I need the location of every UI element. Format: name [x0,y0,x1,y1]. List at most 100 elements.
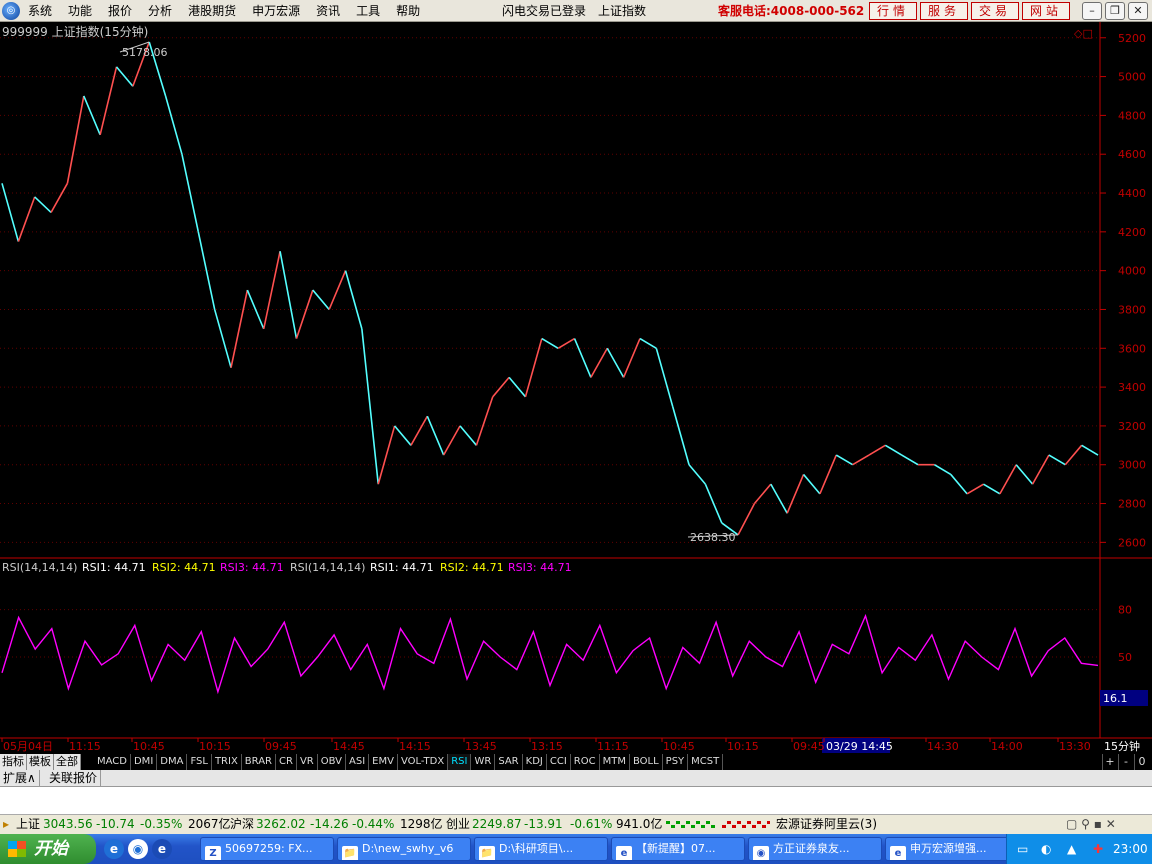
indicator-tab-wr[interactable]: WR [471,754,496,770]
menu-quote[interactable]: 报价 [100,0,140,22]
chart-area[interactable]: 2600 2800 3000 3200 3400 3600 3800 4000 4200 4400… [0,22,1152,756]
zoom-out-button[interactable]: - [1118,754,1133,770]
price-tick-label: 2800 [1118,498,1146,511]
ie-quick-icon-2[interactable]: e [152,839,172,859]
indicator-tab-emv[interactable]: EMV [369,754,398,770]
indicator-tab-mcst[interactable]: MCST [688,754,724,770]
minimize-icon[interactable]: – [1082,2,1102,20]
price-tick-label: 4200 [1118,226,1146,239]
taskbar-item[interactable]: 📁 D:\new_swhy_v6 [337,837,471,861]
indicator-tab-brar[interactable]: BRAR [242,754,276,770]
indicator-tab-rsi[interactable]: RSI [448,754,472,770]
expand-bar: 扩展∧ 关联报价 [0,770,1152,787]
time-tick-label: 13:30 [1059,740,1091,753]
taskbar-item-label: 【新提醒】07... [636,842,716,855]
sh-index-label[interactable]: 上证 [16,815,40,834]
breadth-up-mark [711,825,715,828]
hs-index-pct: -0.44% [352,817,395,831]
breadth-down-mark [722,825,726,828]
linked-quote-button[interactable]: 关联报价 [46,770,102,786]
indicator-tab-kdj[interactable]: KDJ [523,754,547,770]
tab-template[interactable]: 模板 [27,754,54,770]
hs-index-change: -14.26 [310,817,349,831]
menu-function[interactable]: 功能 [60,0,100,22]
hs-index-value: 3262.02 [256,817,306,831]
menu-news[interactable]: 资讯 [308,0,348,22]
menu-hk-futures[interactable]: 港股期货 [180,0,244,22]
breadth-up-mark [696,821,700,824]
indicator-tab-asi[interactable]: ASI [346,754,370,770]
start-button[interactable]: 开始 [0,834,96,864]
indicator-tab-cci[interactable]: CCI [547,754,571,770]
expand-button[interactable]: 扩展∧ [0,770,40,786]
indicator-tab-fsl[interactable]: FSL [187,754,212,770]
taskbar-item[interactable]: ◉ 方正证券泉友... [748,837,882,861]
indicator-tab-mtm[interactable]: MTM [600,754,630,770]
time-tick-label: 05月04日 [3,740,53,753]
indicator-tab-obv[interactable]: OBV [318,754,346,770]
taskbar-item[interactable]: Z 50697259: FX... [200,837,334,861]
clock[interactable]: 23:00 [1113,842,1148,856]
breadth-down-mark [742,825,746,828]
menu-swhy[interactable]: 申万宏源 [244,0,308,22]
indicator-tab-dma[interactable]: DMA [157,754,188,770]
menu-bar: ◎ 系统 功能 报价 分析 港股期货 申万宏源 资讯 工具 帮助 闪电交易已登录… [0,0,1152,22]
quote-button[interactable]: 行情 [869,2,917,20]
taskbar-item[interactable]: e 申万宏源增强... [885,837,1019,861]
menu-system[interactable]: 系统 [20,0,60,22]
login-status: 闪电交易已登录 [502,4,587,18]
tab-indicator[interactable]: 指标 [0,754,27,770]
indicator-tab-boll[interactable]: BOLL [630,754,663,770]
server-name[interactable]: 宏源证券阿里云(3) [776,815,877,834]
indicator-tab-vr[interactable]: VR [297,754,318,770]
time-tick-label: 14:30 [927,740,959,753]
menu-analysis[interactable]: 分析 [140,0,180,22]
trade-button[interactable]: 交易 [971,2,1019,20]
indicator-tab-trix[interactable]: TRIX [212,754,242,770]
tray-volume-icon[interactable]: ◐ [1041,842,1051,856]
tray-alert-icon[interactable]: ✚ [1093,842,1103,856]
tab-all[interactable]: 全部 [54,754,81,770]
breadth-up-mark [671,825,675,828]
cy-index-label[interactable]: 创业 [446,815,470,834]
service-button[interactable]: 服务 [920,2,968,20]
indicator-tab-vol-tdx[interactable]: VOL-TDX [398,754,449,770]
website-button[interactable]: 网站 [1022,2,1070,20]
price-tick-label: 4000 [1118,265,1146,278]
tray-shield-icon[interactable]: ▲ [1067,842,1076,856]
sh-index-change: -10.74 [96,817,135,831]
menu-help[interactable]: 帮助 [388,0,428,22]
app-logo-icon[interactable]: ◎ [2,2,20,20]
restore-icon[interactable]: ❐ [1105,2,1125,20]
time-tick-label: 10:15 [199,740,231,753]
hs-index-label[interactable]: 沪深 [230,815,254,834]
chart-corner-icon[interactable]: ◇□ [1074,27,1093,40]
price-tick-label: 3400 [1118,381,1146,394]
zoom-in-button[interactable]: + [1102,754,1117,770]
zoom-reset-button[interactable]: 0 [1134,754,1149,770]
taskbar-item[interactable]: e 【新提醒】07... [611,837,745,861]
indicator-tab-cr[interactable]: CR [276,754,297,770]
price-tick-label: 5000 [1118,71,1146,84]
indicator-tab-macd[interactable]: MACD [94,754,131,770]
taskbar-item[interactable]: 📁 D:\科研项目\... [474,837,608,861]
start-label: 开始 [34,839,68,859]
menu-tools[interactable]: 工具 [348,0,388,22]
indicator-tab-dmi[interactable]: DMI [131,754,158,770]
tray-network-icon[interactable]: ▭ [1017,842,1028,856]
rsi2-value-repeat: RSI2: 44.71 [440,561,504,574]
ie-quick-icon[interactable]: e [104,839,124,859]
indicator-tab-roc[interactable]: ROC [571,754,600,770]
rsi2-value: RSI2: 44.71 [152,561,216,574]
indicator-tab-psy[interactable]: PSY [663,754,689,770]
taskbar-item-label: 方正证券泉友... [773,842,850,855]
tray-status-icons[interactable]: ▢ ⚲ ▪ ✕ [1066,815,1116,834]
cy-index-value: 2249.87 [472,817,522,831]
close-icon[interactable]: ✕ [1128,2,1148,20]
high-annotation: 5178.06 [122,46,168,59]
period-label[interactable]: 15分钟 [1104,739,1140,753]
chart-canvas[interactable]: 2600 2800 3000 3200 3400 3600 3800 4000 4200 4400… [0,22,1152,756]
rsi1-value-repeat: RSI1: 44.71 [370,561,434,574]
chrome-quick-icon[interactable]: ◉ [128,839,148,859]
indicator-tab-sar[interactable]: SAR [495,754,523,770]
